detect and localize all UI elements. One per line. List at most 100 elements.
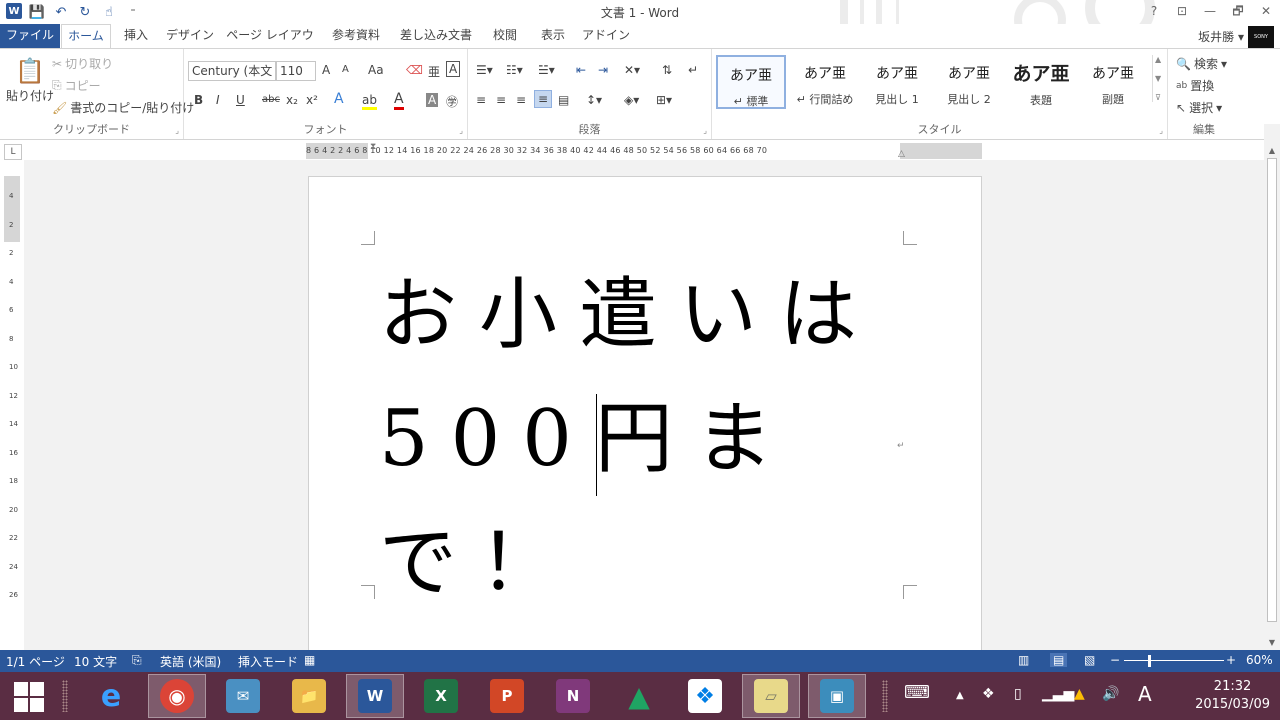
style-normal[interactable]: あア亜 ↵ 標準: [716, 55, 786, 109]
indent-marker-icon[interactable]: ⧗: [370, 142, 376, 152]
tab-selector[interactable]: L: [4, 144, 22, 160]
vertical-scrollbar[interactable]: ▲ ▼: [1264, 124, 1280, 650]
align-right-icon[interactable]: ≡: [516, 93, 526, 107]
paste-button[interactable]: 📋 貼り付け: [6, 57, 54, 104]
increase-indent-icon[interactable]: ⇥: [598, 63, 608, 77]
style-heading-2[interactable]: あア亜 見出し 2: [934, 55, 1004, 109]
tab-addins[interactable]: アドイン: [582, 24, 630, 48]
format-painter-button[interactable]: 🖌 書式のコピー/貼り付け: [52, 99, 194, 116]
zoom-out-button[interactable]: −: [1110, 653, 1120, 667]
user-account[interactable]: 坂井勝 ▾: [1198, 28, 1244, 45]
zoom-slider-thumb[interactable]: [1148, 655, 1151, 667]
phonetic-guide-icon[interactable]: 亜: [428, 63, 440, 80]
restore-button[interactable]: 🗗: [1224, 0, 1252, 24]
document-page[interactable]: お小遣いは 500円まで！ ↵: [308, 176, 982, 650]
right-indent-marker-icon[interactable]: △: [898, 149, 905, 159]
clear-formatting-icon[interactable]: ⌫: [406, 63, 423, 77]
style-heading-1[interactable]: あア亜 見出し 1: [862, 55, 932, 109]
dialog-launcher-icon[interactable]: ⌟: [703, 126, 707, 135]
italic-button[interactable]: I: [216, 93, 220, 107]
find-button[interactable]: 🔍 検索 ▾: [1176, 55, 1227, 72]
asian-layout-icon[interactable]: ✕▾: [624, 63, 640, 77]
styles-scroll[interactable]: ▲ ▼ ⊽: [1152, 55, 1161, 102]
web-layout-icon[interactable]: ▧: [1084, 653, 1095, 667]
minimize-button[interactable]: —: [1196, 0, 1224, 24]
tab-file[interactable]: ファイル: [0, 24, 60, 48]
zoom-in-button[interactable]: +: [1226, 653, 1236, 667]
taskbar-app-explorer[interactable]: 📁: [280, 674, 338, 718]
taskbar-app-drive[interactable]: ▲: [610, 674, 668, 718]
dropbox-tray-icon[interactable]: ❖: [982, 686, 995, 702]
change-case-button[interactable]: Aa: [368, 63, 384, 77]
numbering-icon[interactable]: ☷▾: [506, 63, 523, 77]
cut-button[interactable]: ✂ 切り取り: [52, 55, 113, 72]
tab-page-layout[interactable]: ページ レイアウト: [226, 24, 314, 65]
copy-button[interactable]: ⎘ コピー: [52, 77, 101, 94]
language-indicator[interactable]: 英語 (米国): [160, 653, 221, 670]
font-family-select[interactable]: Century (本文: [188, 61, 276, 81]
battery-icon[interactable]: ▯: [1014, 686, 1022, 702]
scroll-up-icon[interactable]: ▲: [1155, 55, 1161, 64]
style-subtitle[interactable]: あア亜 副題: [1078, 55, 1148, 109]
proofing-icon[interactable]: ⎘: [132, 653, 142, 668]
align-center-icon[interactable]: ≡: [496, 93, 506, 107]
line-spacing-icon[interactable]: ↕▾: [586, 93, 602, 107]
taskbar-grip[interactable]: [62, 680, 68, 712]
enclose-characters-button[interactable]: ㊫: [446, 93, 458, 110]
superscript-button[interactable]: x²: [306, 93, 318, 107]
taskbar-app-word[interactable]: W: [346, 674, 404, 718]
show-hidden-icons-icon[interactable]: ▲: [956, 690, 964, 701]
taskbar-app-powerpoint[interactable]: P: [478, 674, 536, 718]
help-button[interactable]: ?: [1140, 0, 1168, 24]
drive-tray-icon[interactable]: ▲: [1074, 686, 1085, 702]
bold-button[interactable]: B: [194, 93, 203, 107]
justify-icon[interactable]: ≡: [534, 90, 553, 108]
scroll-up-icon[interactable]: ▲: [1264, 144, 1280, 158]
tab-insert[interactable]: 挿入: [118, 24, 154, 48]
start-button[interactable]: [14, 682, 44, 712]
system-clock[interactable]: 21:32 2015/03/09: [1195, 678, 1270, 714]
bullets-icon[interactable]: ☰▾: [476, 63, 493, 77]
style-title[interactable]: あア亜 表題: [1006, 55, 1076, 109]
page-count[interactable]: 1/1 ページ: [6, 653, 65, 670]
decrease-indent-icon[interactable]: ⇤: [576, 63, 586, 77]
tab-home[interactable]: ホーム: [61, 24, 111, 49]
highlight-button[interactable]: ab: [362, 93, 377, 110]
ribbon-display-options-button[interactable]: ⊡: [1168, 0, 1196, 24]
subscript-button[interactable]: x₂: [286, 93, 298, 107]
grow-font-button[interactable]: A: [322, 63, 330, 77]
tab-review[interactable]: 校閲: [486, 24, 524, 48]
taskbar-app-dropbox[interactable]: ❖: [676, 674, 734, 718]
text-effects-button[interactable]: A: [334, 91, 344, 107]
close-button[interactable]: ✕: [1252, 0, 1280, 24]
vertical-ruler[interactable]: 4 2 2 4 6 8 10 12 14 16 18 20 22 24 26: [4, 176, 20, 650]
more-styles-icon[interactable]: ⊽: [1155, 93, 1161, 102]
replace-button[interactable]: ab 置換: [1176, 77, 1214, 94]
taskbar-app-chrome[interactable]: ◉: [148, 674, 206, 718]
show-formatting-icon[interactable]: ↵: [688, 63, 698, 77]
keyboard-icon[interactable]: ⌨: [904, 682, 930, 703]
borders-icon[interactable]: ⊞▾: [656, 93, 672, 107]
distributed-icon[interactable]: ▤: [558, 93, 569, 107]
tab-mailings[interactable]: 差し込み文書: [396, 24, 476, 48]
strikethrough-button[interactable]: abc: [262, 94, 280, 105]
align-left-icon[interactable]: ≡: [476, 93, 486, 107]
font-color-button[interactable]: A: [394, 91, 404, 110]
read-mode-icon[interactable]: ▥: [1018, 653, 1029, 667]
word-count[interactable]: 10 文字: [74, 653, 117, 670]
tab-references[interactable]: 参考資料: [326, 24, 386, 48]
shrink-font-button[interactable]: A: [342, 64, 349, 75]
select-button[interactable]: ↖ 選択 ▾: [1176, 99, 1222, 116]
input-mode[interactable]: 挿入モード: [238, 653, 298, 670]
taskbar-grip[interactable]: [882, 680, 888, 712]
sort-icon[interactable]: ⇅: [662, 63, 672, 77]
dialog-launcher-icon[interactable]: ⌟: [175, 126, 179, 135]
ime-indicator[interactable]: A: [1138, 682, 1152, 706]
taskbar-app-notes[interactable]: ▱: [742, 674, 800, 718]
avatar[interactable]: SONY: [1248, 26, 1274, 48]
tab-view[interactable]: 表示: [534, 24, 572, 48]
dialog-launcher-icon[interactable]: ⌟: [459, 126, 463, 135]
multilevel-list-icon[interactable]: ☱▾: [538, 63, 555, 77]
horizontal-ruler[interactable]: 8 6 4 2 2 4 6 8 10 12 14 16 18 20 22 24 …: [306, 142, 982, 159]
print-layout-icon[interactable]: ▤: [1050, 653, 1068, 667]
